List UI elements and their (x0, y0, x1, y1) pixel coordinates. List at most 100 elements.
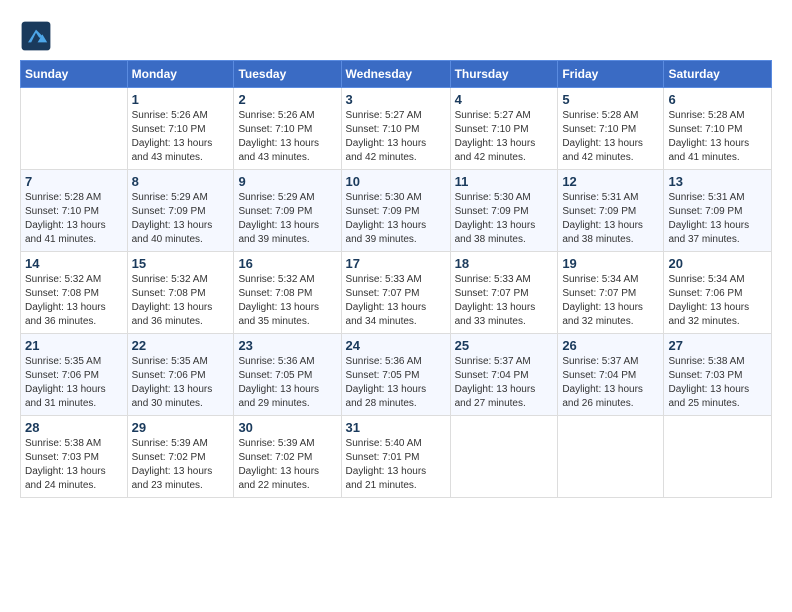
calendar-cell: 26 Sunrise: 5:37 AM Sunset: 7:04 PM Dayli… (558, 334, 664, 416)
day-number: 20 (668, 256, 767, 271)
calendar-cell (450, 416, 558, 498)
logo-icon (20, 20, 52, 52)
day-number: 16 (238, 256, 336, 271)
calendar-cell: 7 Sunrise: 5:28 AM Sunset: 7:10 PM Daylig… (21, 170, 128, 252)
day-info: Sunrise: 5:37 AM Sunset: 7:04 PM Dayligh… (455, 355, 554, 411)
day-number: 27 (668, 338, 767, 353)
calendar-cell: 17 Sunrise: 5:33 AM Sunset: 7:07 PM Dayli… (341, 252, 450, 334)
day-info: Sunrise: 5:35 AM Sunset: 7:06 PM Dayligh… (132, 355, 230, 411)
calendar-cell: 28Sunrise: 5:38 AM Sunset: 7:03 PM Dayli… (21, 416, 128, 498)
calendar-cell: 21 Sunrise: 5:35 AM Sunset: 7:06 PM Dayli… (21, 334, 128, 416)
calendar-week: 14Sunrise: 5:32 AM Sunset: 7:08 PM Dayli… (21, 252, 772, 334)
day-number: 12 (562, 174, 659, 189)
day-number: 11 (455, 174, 554, 189)
day-info: Sunrise: 5:35 AM Sunset: 7:06 PM Dayligh… (25, 355, 123, 411)
header-day: Thursday (450, 61, 558, 88)
calendar-cell: 2 Sunrise: 5:26 AM Sunset: 7:10 PM Daylig… (234, 88, 341, 170)
calendar-cell: 16 Sunrise: 5:32 AM Sunset: 7:08 PM Dayli… (234, 252, 341, 334)
day-number: 17 (346, 256, 446, 271)
day-number: 31 (346, 420, 446, 435)
calendar-cell: 11 Sunrise: 5:30 AM Sunset: 7:09 PM Dayli… (450, 170, 558, 252)
day-info: Sunrise: 5:31 AM Sunset: 7:09 PM Dayligh… (668, 191, 767, 247)
day-number: 29 (132, 420, 230, 435)
calendar-week: 21 Sunrise: 5:35 AM Sunset: 7:06 PM Dayli… (21, 334, 772, 416)
calendar-cell: 9 Sunrise: 5:29 AM Sunset: 7:09 PM Daylig… (234, 170, 341, 252)
calendar-cell (558, 416, 664, 498)
day-number: 1 (132, 92, 230, 107)
day-number: 25 (455, 338, 554, 353)
calendar-cell: 5 Sunrise: 5:28 AM Sunset: 7:10 PM Daylig… (558, 88, 664, 170)
calendar-cell: 29 Sunrise: 5:39 AM Sunset: 7:02 PM Dayli… (127, 416, 234, 498)
day-number: 4 (455, 92, 554, 107)
day-info: Sunrise: 5:31 AM Sunset: 7:09 PM Dayligh… (562, 191, 659, 247)
calendar-header: SundayMondayTuesdayWednesdayThursdayFrid… (21, 61, 772, 88)
day-info: Sunrise: 5:30 AM Sunset: 7:09 PM Dayligh… (455, 191, 554, 247)
calendar-body: 1 Sunrise: 5:26 AM Sunset: 7:10 PM Daylig… (21, 88, 772, 498)
calendar-cell: 31Sunrise: 5:40 AM Sunset: 7:01 PM Dayli… (341, 416, 450, 498)
header-row: SundayMondayTuesdayWednesdayThursdayFrid… (21, 61, 772, 88)
day-number: 7 (25, 174, 123, 189)
header-day: Wednesday (341, 61, 450, 88)
calendar-cell: 23 Sunrise: 5:36 AM Sunset: 7:05 PM Dayli… (234, 334, 341, 416)
calendar-cell: 8Sunrise: 5:29 AM Sunset: 7:09 PM Daylig… (127, 170, 234, 252)
header-day: Saturday (664, 61, 772, 88)
day-info: Sunrise: 5:28 AM Sunset: 7:10 PM Dayligh… (562, 109, 659, 165)
day-info: Sunrise: 5:36 AM Sunset: 7:05 PM Dayligh… (346, 355, 446, 411)
day-number: 18 (455, 256, 554, 271)
day-number: 2 (238, 92, 336, 107)
calendar-cell: 13 Sunrise: 5:31 AM Sunset: 7:09 PM Dayli… (664, 170, 772, 252)
day-info: Sunrise: 5:36 AM Sunset: 7:05 PM Dayligh… (238, 355, 336, 411)
day-info: Sunrise: 5:32 AM Sunset: 7:08 PM Dayligh… (132, 273, 230, 329)
day-number: 10 (346, 174, 446, 189)
day-info: Sunrise: 5:33 AM Sunset: 7:07 PM Dayligh… (346, 273, 446, 329)
day-info: Sunrise: 5:38 AM Sunset: 7:03 PM Dayligh… (25, 437, 123, 493)
header-day: Sunday (21, 61, 128, 88)
calendar-table: SundayMondayTuesdayWednesdayThursdayFrid… (20, 60, 772, 498)
day-info: Sunrise: 5:28 AM Sunset: 7:10 PM Dayligh… (25, 191, 123, 247)
calendar-cell: 30 Sunrise: 5:39 AM Sunset: 7:02 PM Dayli… (234, 416, 341, 498)
day-number: 19 (562, 256, 659, 271)
day-number: 3 (346, 92, 446, 107)
day-info: Sunrise: 5:33 AM Sunset: 7:07 PM Dayligh… (455, 273, 554, 329)
day-info: Sunrise: 5:39 AM Sunset: 7:02 PM Dayligh… (238, 437, 336, 493)
day-info: Sunrise: 5:32 AM Sunset: 7:08 PM Dayligh… (238, 273, 336, 329)
day-info: Sunrise: 5:30 AM Sunset: 7:09 PM Dayligh… (346, 191, 446, 247)
day-number: 9 (238, 174, 336, 189)
calendar-cell: 12 Sunrise: 5:31 AM Sunset: 7:09 PM Dayli… (558, 170, 664, 252)
header-day: Tuesday (234, 61, 341, 88)
day-info: Sunrise: 5:27 AM Sunset: 7:10 PM Dayligh… (346, 109, 446, 165)
calendar-week: 28Sunrise: 5:38 AM Sunset: 7:03 PM Dayli… (21, 416, 772, 498)
day-info: Sunrise: 5:27 AM Sunset: 7:10 PM Dayligh… (455, 109, 554, 165)
calendar-cell: 15 Sunrise: 5:32 AM Sunset: 7:08 PM Dayli… (127, 252, 234, 334)
logo (20, 20, 54, 52)
day-info: Sunrise: 5:34 AM Sunset: 7:07 PM Dayligh… (562, 273, 659, 329)
day-number: 22 (132, 338, 230, 353)
calendar-cell: 3 Sunrise: 5:27 AM Sunset: 7:10 PM Daylig… (341, 88, 450, 170)
calendar-cell (21, 88, 128, 170)
day-number: 21 (25, 338, 123, 353)
calendar-week: 1 Sunrise: 5:26 AM Sunset: 7:10 PM Daylig… (21, 88, 772, 170)
calendar-cell: 27 Sunrise: 5:38 AM Sunset: 7:03 PM Dayli… (664, 334, 772, 416)
day-number: 24 (346, 338, 446, 353)
day-info: Sunrise: 5:32 AM Sunset: 7:08 PM Dayligh… (25, 273, 123, 329)
day-info: Sunrise: 5:37 AM Sunset: 7:04 PM Dayligh… (562, 355, 659, 411)
calendar-cell: 10 Sunrise: 5:30 AM Sunset: 7:09 PM Dayli… (341, 170, 450, 252)
header-day: Monday (127, 61, 234, 88)
day-info: Sunrise: 5:38 AM Sunset: 7:03 PM Dayligh… (668, 355, 767, 411)
day-number: 26 (562, 338, 659, 353)
day-number: 30 (238, 420, 336, 435)
day-info: Sunrise: 5:26 AM Sunset: 7:10 PM Dayligh… (238, 109, 336, 165)
day-number: 15 (132, 256, 230, 271)
page-header (20, 20, 772, 52)
calendar-cell: 14Sunrise: 5:32 AM Sunset: 7:08 PM Dayli… (21, 252, 128, 334)
day-number: 5 (562, 92, 659, 107)
day-info: Sunrise: 5:29 AM Sunset: 7:09 PM Dayligh… (238, 191, 336, 247)
day-info: Sunrise: 5:26 AM Sunset: 7:10 PM Dayligh… (132, 109, 230, 165)
day-number: 8 (132, 174, 230, 189)
day-info: Sunrise: 5:34 AM Sunset: 7:06 PM Dayligh… (668, 273, 767, 329)
day-number: 13 (668, 174, 767, 189)
day-info: Sunrise: 5:39 AM Sunset: 7:02 PM Dayligh… (132, 437, 230, 493)
calendar-cell: 22 Sunrise: 5:35 AM Sunset: 7:06 PM Dayli… (127, 334, 234, 416)
day-number: 23 (238, 338, 336, 353)
calendar-cell: 20 Sunrise: 5:34 AM Sunset: 7:06 PM Dayli… (664, 252, 772, 334)
